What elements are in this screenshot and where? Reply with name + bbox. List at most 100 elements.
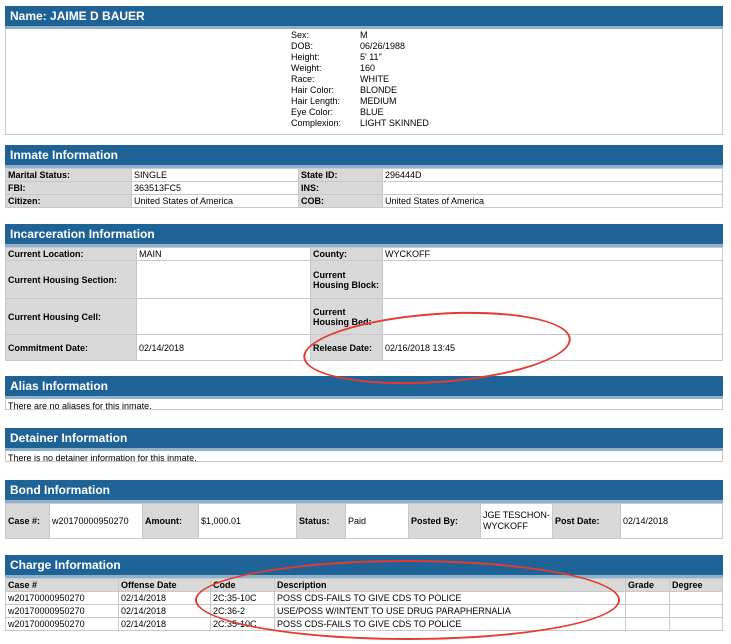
bond-status-label: Status:	[296, 503, 346, 539]
detail-value: M	[360, 30, 368, 40]
inmate-header: Inmate Information	[5, 145, 723, 168]
charge-header-row: Case # Offense Date Code Description Gra…	[5, 578, 723, 592]
detail-label: Hair Color:	[291, 85, 335, 95]
charge-grade	[625, 617, 670, 631]
state-id-label: State ID:	[298, 168, 383, 182]
detail-value: 160	[360, 63, 376, 73]
charge-col-description: Description	[274, 578, 626, 592]
alias-section: Alias Information There are no aliases f…	[5, 376, 723, 411]
ins-label: INS:	[298, 181, 383, 195]
charge-row: w20170000950270 02/14/2018 2C:35-10C POSS C…	[5, 591, 723, 605]
charge-offense-date: 02/14/2018	[118, 617, 211, 631]
detail-row: Complexion: LIGHT SKINNED	[291, 118, 429, 129]
charge-code: 2C:35-10C	[210, 591, 275, 605]
county-value: WYCKOFF	[382, 247, 723, 261]
charge-row: w20170000950270 02/14/2018 2C:36-2 USE/POSS…	[5, 604, 723, 618]
detail-label: Eye Color:	[291, 107, 334, 117]
charge-table: Case # Offense Date Code Description Gra…	[5, 578, 723, 631]
housing-bed-value	[382, 298, 723, 335]
housing-block-label: Current Housing Block:	[310, 260, 383, 299]
detail-row: Sex: M	[291, 30, 429, 41]
bond-section: Bond Information Case #: w20170000950270…	[5, 480, 723, 539]
commitment-date-value: 02/14/2018	[136, 334, 311, 361]
detainer-header: Detainer Information	[5, 428, 723, 451]
charge-header: Charge Information	[5, 555, 723, 578]
charge-degree	[669, 591, 723, 605]
detail-value: LIGHT SKINNED	[360, 118, 429, 128]
detainer-message: There is no detainer information for thi…	[5, 451, 723, 463]
charge-grade	[625, 604, 670, 618]
detail-row: Hair Color: BLONDE	[291, 85, 429, 96]
detail-label: Height:	[291, 52, 320, 62]
housing-bed-label: Current Housing Bed:	[310, 298, 383, 335]
bond-amount-value: $1,000.01	[198, 503, 297, 539]
charge-col-code: Code	[210, 578, 275, 592]
citizen-label: Citizen:	[5, 194, 132, 208]
incarceration-section: Incarceration Information Current Locati…	[5, 224, 723, 361]
commitment-date-label: Commitment Date:	[5, 334, 137, 361]
detail-label: Race:	[291, 74, 315, 84]
detail-value: BLONDE	[360, 85, 398, 95]
charge-case: w20170000950270	[5, 604, 119, 618]
incarceration-header: Incarceration Information	[5, 224, 723, 247]
name-header: Name: JAIME D BAUER	[5, 6, 723, 29]
current-location-value: MAIN	[136, 247, 311, 261]
housing-block-value	[382, 260, 723, 299]
release-date-label: Release Date:	[310, 334, 383, 361]
marital-status-value: SINGLE	[131, 168, 299, 182]
detail-value: WHITE	[360, 74, 389, 84]
alias-message: There are no aliases for this inmate.	[5, 399, 723, 411]
charge-offense-date: 02/14/2018	[118, 591, 211, 605]
cob-value: United States of America	[382, 194, 723, 208]
bond-posted-by-value: JGE TESCHON-WYCKOFF	[480, 503, 553, 539]
bond-post-date-value: 02/14/2018	[620, 503, 723, 539]
inmate-section: Inmate Information Marital Status: SINGL…	[5, 145, 723, 208]
charge-degree	[669, 617, 723, 631]
bond-status-value: Paid	[345, 503, 409, 539]
current-location-label: Current Location:	[5, 247, 137, 261]
state-id-value: 296444D	[382, 168, 723, 182]
charge-code: 2C:36-2	[210, 604, 275, 618]
housing-cell-value	[136, 298, 311, 335]
detail-label: Complexion:	[291, 118, 342, 128]
ins-value	[382, 181, 723, 195]
release-date-value: 02/16/2018 13:45	[382, 334, 723, 361]
charge-code: 2C:35-10C	[210, 617, 275, 631]
bond-case-label: Case #:	[5, 503, 50, 539]
detail-row: Eye Color: BLUE	[291, 107, 429, 118]
charge-row: w20170000950270 02/14/2018 2C:35-10C POSS C…	[5, 617, 723, 631]
bond-header: Bond Information	[5, 480, 723, 503]
charge-col-offense-date: Offense Date	[118, 578, 211, 592]
cob-label: COB:	[298, 194, 383, 208]
detail-label: Sex:	[291, 30, 310, 40]
housing-cell-label: Current Housing Cell:	[5, 298, 137, 335]
name-section: Name: JAIME D BAUER Sex: M DOB: 06/26/1988 H…	[5, 6, 723, 135]
bond-table: Case #: w20170000950270 Amount: $1,000.0…	[5, 503, 723, 539]
bond-case-value: w20170000950270	[49, 503, 143, 539]
bond-post-date-label: Post Date:	[552, 503, 621, 539]
county-label: County:	[310, 247, 383, 261]
fbi-label: FBI:	[5, 181, 132, 195]
inmate-table: Marital Status: SINGLE State ID: 296444D…	[5, 168, 723, 208]
bond-amount-label: Amount:	[142, 503, 199, 539]
charge-description: USE/POSS W/INTENT TO USE DRUG PARAPHERNA…	[274, 604, 626, 618]
charge-offense-date: 02/14/2018	[118, 604, 211, 618]
detail-value: 06/26/1988	[360, 41, 406, 51]
detail-label: Weight:	[291, 63, 322, 73]
detail-value: BLUE	[360, 107, 384, 117]
detail-row: Hair Length: MEDIUM	[291, 96, 429, 107]
charge-section: Charge Information Case # Offense Date C…	[5, 555, 723, 631]
charge-col-grade: Grade	[625, 578, 670, 592]
detail-row: DOB: 06/26/1988	[291, 41, 429, 52]
charge-grade	[625, 591, 670, 605]
personal-details-box: Sex: M DOB: 06/26/1988 Height: 5' 11" Weight: 1…	[5, 29, 723, 135]
charge-col-case: Case #	[5, 578, 119, 592]
detail-value: 5' 11"	[360, 52, 382, 62]
personal-details-table: Sex: M DOB: 06/26/1988 Height: 5' 11" Weight: 1…	[291, 30, 429, 129]
housing-section-value	[136, 260, 311, 299]
incarceration-table: Current Location: MAIN County: WYCKOFF C…	[5, 247, 723, 361]
fbi-value: 363513FC5	[131, 181, 299, 195]
citizen-value: United States of America	[131, 194, 299, 208]
charge-case: w20170000950270	[5, 591, 119, 605]
housing-section-label: Current Housing Section:	[5, 260, 137, 299]
